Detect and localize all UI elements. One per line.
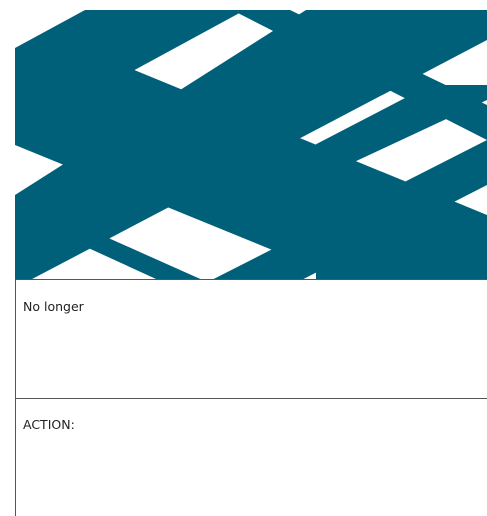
- page: No longer ACTION:: [0, 0, 487, 516]
- lattice-band: [60, 224, 225, 280]
- notes-panel-no-longer[interactable]: No longer: [15, 279, 487, 398]
- decorative-lattice-pattern: [15, 10, 487, 280]
- panel-label-action: ACTION:: [23, 417, 75, 432]
- panel-label-no-longer: No longer: [23, 299, 84, 314]
- notes-panel-action[interactable]: ACTION:: [15, 398, 487, 516]
